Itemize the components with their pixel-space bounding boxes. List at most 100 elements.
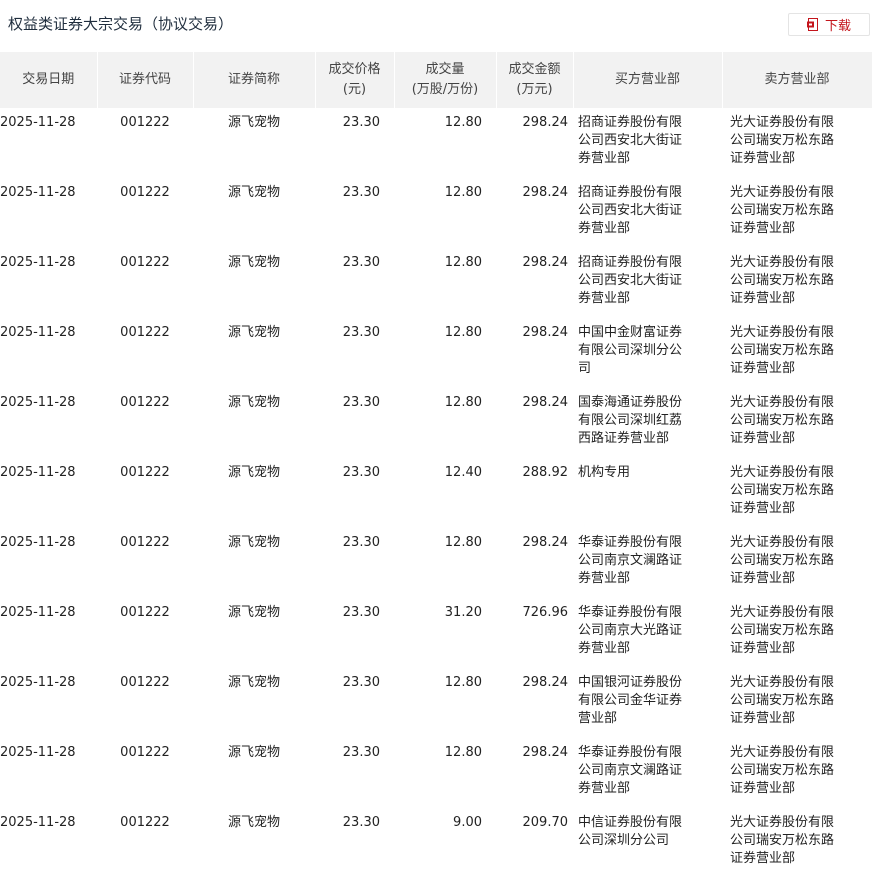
trade-date-cell: 2025-11-28 xyxy=(0,325,76,340)
security-name-cell: 源飞宠物 xyxy=(227,675,280,690)
seller-branch-cell: 光大证券股份有限公司瑞安万松东路证券营业部 xyxy=(722,388,872,458)
trade-date-cell: 2025-11-28 xyxy=(0,465,76,480)
security-code-cell: 001222 xyxy=(120,185,170,200)
buyer-branch-cell: 中信证券股份有限公司深圳分公司 xyxy=(573,808,722,878)
amount-cell: 298.24 xyxy=(522,115,569,130)
seller-branch-cell-text: 光大证券股份有限公司瑞安万松东路证券营业部 xyxy=(730,745,835,796)
buyer-branch-cell: 华泰证券股份有限公司南京文澜路证券营业部 xyxy=(573,738,722,808)
seller-branch-cell-text: 光大证券股份有限公司瑞安万松东路证券营业部 xyxy=(730,325,835,376)
security-name-cell: 源飞宠物 xyxy=(227,185,280,200)
security-code-cell: 001222 xyxy=(120,675,170,690)
header-col-security-name: 证券简称 xyxy=(193,52,316,108)
amount-cell: 298.24 xyxy=(522,395,569,410)
security-code-cell: 001222 xyxy=(120,255,170,270)
buyer-branch-cell-text: 华泰证券股份有限公司南京文澜路证券营业部 xyxy=(578,535,683,586)
security-name-cell: 源飞宠物 xyxy=(227,115,280,130)
amount-cell: 288.92 xyxy=(522,465,569,480)
seller-branch-cell: 光大证券股份有限公司瑞安万松东路证券营业部 xyxy=(722,808,872,878)
security-name-cell: 源飞宠物 xyxy=(227,815,280,830)
security-name-cell: 源飞宠物 xyxy=(227,395,280,410)
seller-branch-cell: 光大证券股份有限公司瑞安万松东路证券营业部 xyxy=(722,528,872,598)
volume-cell: 12.80 xyxy=(444,675,482,690)
buyer-branch-cell: 国泰海通证券股份有限公司深圳红荔西路证券营业部 xyxy=(573,388,722,458)
seller-branch-cell-text: 光大证券股份有限公司瑞安万松东路证券营业部 xyxy=(730,535,835,586)
amount-cell: 298.24 xyxy=(522,255,569,270)
page-title: 权益类证券大宗交易（协议交易） xyxy=(8,15,234,33)
page: 权益类证券大宗交易（协议交易） 下载 交易日期 证券代码 证券简称 成交价格 (… xyxy=(0,0,872,882)
price-cell: 23.30 xyxy=(342,115,380,130)
security-code-cell: 001222 xyxy=(120,535,170,550)
volume-cell: 12.80 xyxy=(444,395,482,410)
seller-branch-cell-text: 光大证券股份有限公司瑞安万松东路证券营业部 xyxy=(730,255,835,306)
amount-cell: 209.70 xyxy=(522,815,569,830)
buyer-branch-cell-text: 招商证券股份有限公司西安北大街证券营业部 xyxy=(578,185,683,236)
table-row: 2025-11-28 001222 源飞宠物 23.30 31.20 726.96 华泰证券… xyxy=(0,598,872,668)
header-col-amount: 成交金额 (万元) xyxy=(496,52,574,108)
price-cell: 23.30 xyxy=(342,675,380,690)
table-row: 2025-11-28 001222 源飞宠物 23.30 12.80 298.24 招商证券… xyxy=(0,178,872,248)
buyer-branch-cell: 华泰证券股份有限公司南京文澜路证券营业部 xyxy=(573,528,722,598)
amount-cell: 298.24 xyxy=(522,745,569,760)
header-col-buyer-branch: 买方营业部 xyxy=(573,52,723,108)
table-header-row: 交易日期 证券代码 证券简称 成交价格 (元) 成交量 (万股/万份) 成交金额 (万元)… xyxy=(0,52,872,108)
seller-branch-cell-text: 光大证券股份有限公司瑞安万松东路证券营业部 xyxy=(730,465,835,516)
trade-date-cell: 2025-11-28 xyxy=(0,605,76,620)
seller-branch-cell: 光大证券股份有限公司瑞安万松东路证券营业部 xyxy=(722,248,872,318)
volume-cell: 12.80 xyxy=(444,185,482,200)
buyer-branch-cell-text: 国泰海通证券股份有限公司深圳红荔西路证券营业部 xyxy=(578,395,683,446)
security-code-cell: 001222 xyxy=(120,325,170,340)
header-col-security-code: 证券代码 xyxy=(97,52,194,108)
price-cell: 23.30 xyxy=(342,745,380,760)
trade-date-cell: 2025-11-28 xyxy=(0,115,76,130)
header-col-trade-date: 交易日期 xyxy=(0,52,98,108)
price-cell: 23.30 xyxy=(342,325,380,340)
security-code-cell: 001222 xyxy=(120,745,170,760)
seller-branch-cell: 光大证券股份有限公司瑞安万松东路证券营业部 xyxy=(722,598,872,668)
buyer-branch-cell: 招商证券股份有限公司西安北大街证券营业部 xyxy=(573,108,722,178)
amount-cell: 298.24 xyxy=(522,535,569,550)
buyer-branch-cell-text: 华泰证券股份有限公司南京大光路证券营业部 xyxy=(578,605,683,656)
buyer-branch-cell-text: 中国银河证券股份有限公司金华证券营业部 xyxy=(578,675,683,726)
seller-branch-cell-text: 光大证券股份有限公司瑞安万松东路证券营业部 xyxy=(730,395,835,446)
trade-date-cell: 2025-11-28 xyxy=(0,535,76,550)
amount-cell: 726.96 xyxy=(522,605,569,620)
trade-date-cell: 2025-11-28 xyxy=(0,675,76,690)
table-row: 2025-11-28 001222 源飞宠物 23.30 12.80 298.24 华泰证券… xyxy=(0,528,872,598)
volume-cell: 12.80 xyxy=(444,325,482,340)
security-code-cell: 001222 xyxy=(120,605,170,620)
price-cell: 23.30 xyxy=(342,255,380,270)
price-cell: 23.30 xyxy=(342,465,380,480)
table-row: 2025-11-28 001222 源飞宠物 23.30 12.40 288.92 机构专用… xyxy=(0,458,872,528)
seller-branch-cell: 光大证券股份有限公司瑞安万松东路证券营业部 xyxy=(722,318,872,388)
trade-date-cell: 2025-11-28 xyxy=(0,815,76,830)
volume-cell: 12.80 xyxy=(444,745,482,760)
amount-cell: 298.24 xyxy=(522,675,569,690)
table-row: 2025-11-28 001222 源飞宠物 23.30 12.80 298.24 国泰海通… xyxy=(0,388,872,458)
download-button[interactable]: 下载 xyxy=(788,13,870,36)
seller-branch-cell: 光大证券股份有限公司瑞安万松东路证券营业部 xyxy=(722,668,872,738)
security-name-cell: 源飞宠物 xyxy=(227,605,280,620)
price-cell: 23.30 xyxy=(342,535,380,550)
buyer-branch-cell: 机构专用 xyxy=(573,458,722,528)
seller-branch-cell: 光大证券股份有限公司瑞安万松东路证券营业部 xyxy=(722,738,872,808)
buyer-branch-cell: 招商证券股份有限公司西安北大街证券营业部 xyxy=(573,178,722,248)
security-name-cell: 源飞宠物 xyxy=(227,745,280,760)
seller-branch-cell: 光大证券股份有限公司瑞安万松东路证券营业部 xyxy=(722,178,872,248)
header-col-seller-branch: 卖方营业部 xyxy=(722,52,872,108)
buyer-branch-cell-text: 华泰证券股份有限公司南京文澜路证券营业部 xyxy=(578,745,683,796)
document-download-icon xyxy=(806,18,819,31)
seller-branch-cell-text: 光大证券股份有限公司瑞安万松东路证券营业部 xyxy=(730,115,835,166)
buyer-branch-cell-text: 招商证券股份有限公司西安北大街证券营业部 xyxy=(578,115,683,166)
amount-cell: 298.24 xyxy=(522,325,569,340)
header-col-price: 成交价格 (元) xyxy=(315,52,395,108)
buyer-branch-cell-text: 中国中金财富证券有限公司深圳分公司 xyxy=(578,325,683,376)
volume-cell: 9.00 xyxy=(453,815,482,830)
volume-cell: 12.80 xyxy=(444,115,482,130)
block-trade-table: 交易日期 证券代码 证券简称 成交价格 (元) 成交量 (万股/万份) 成交金额 (万元)… xyxy=(0,52,872,878)
volume-cell: 31.20 xyxy=(444,605,482,620)
volume-cell: 12.40 xyxy=(444,465,482,480)
security-code-cell: 001222 xyxy=(120,395,170,410)
price-cell: 23.30 xyxy=(342,395,380,410)
security-name-cell: 源飞宠物 xyxy=(227,255,280,270)
trade-date-cell: 2025-11-28 xyxy=(0,745,76,760)
